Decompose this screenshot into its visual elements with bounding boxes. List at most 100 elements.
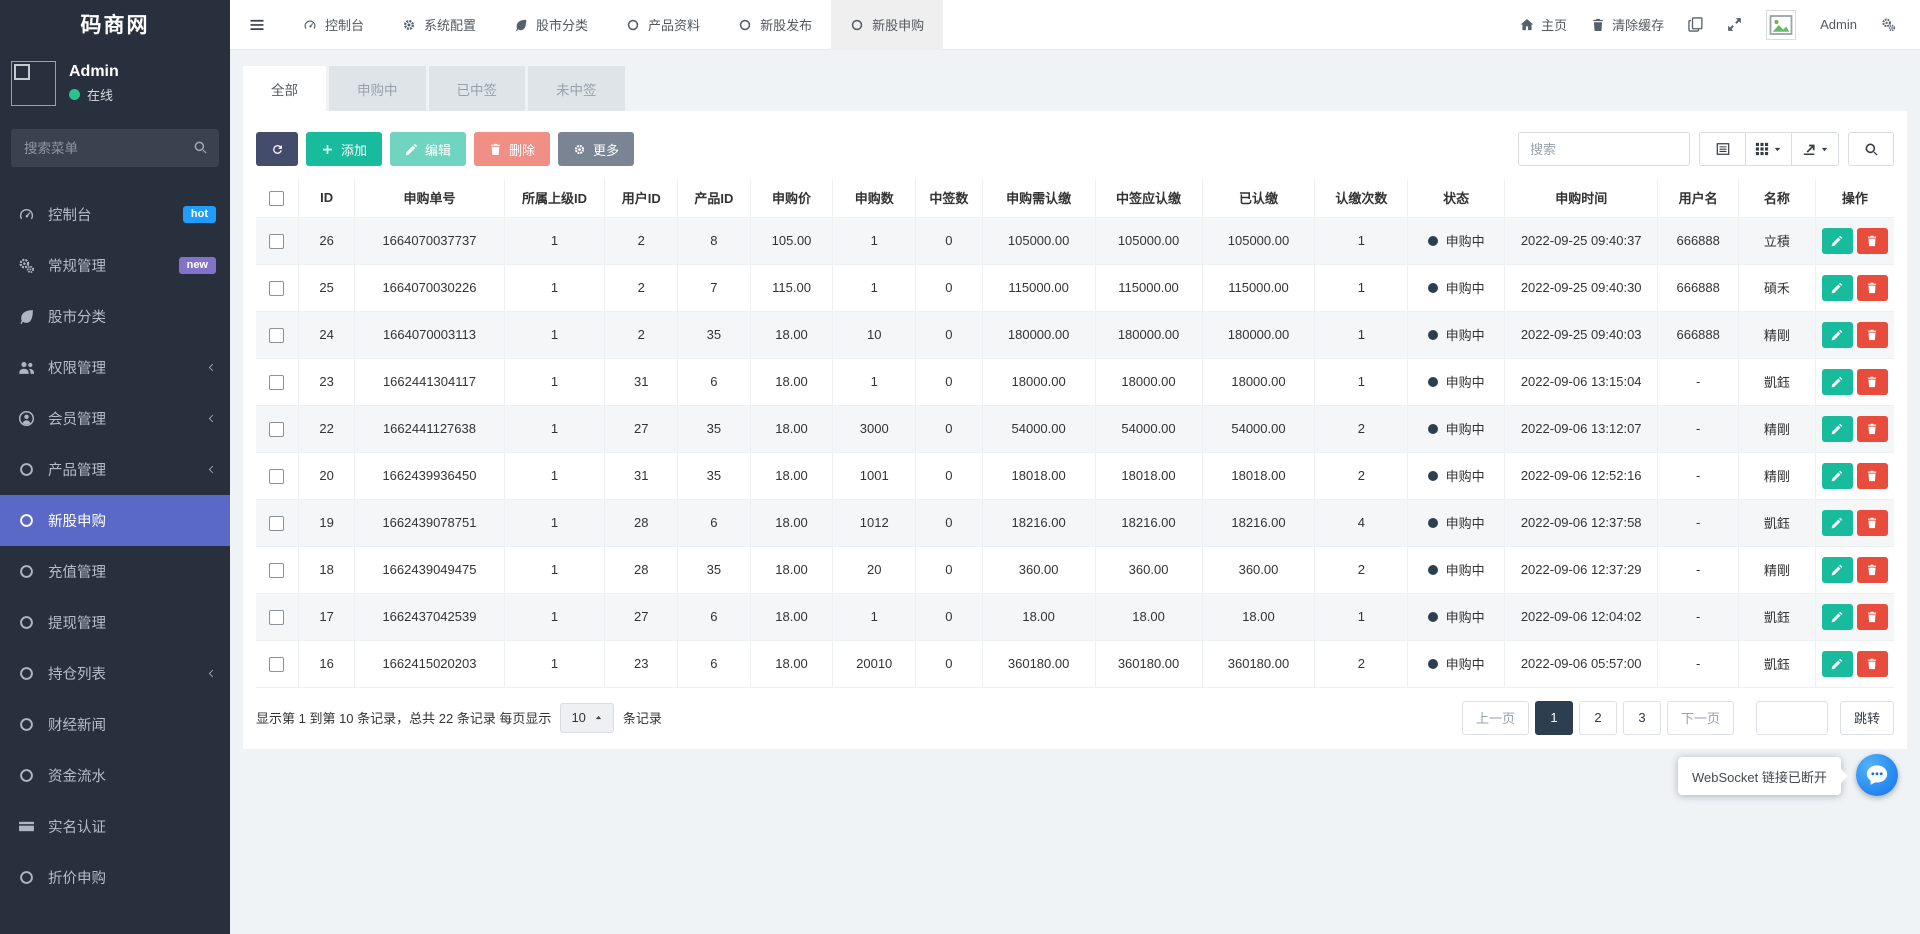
column-header-3[interactable]: 用户ID bbox=[605, 179, 678, 217]
jump-page-input[interactable] bbox=[1756, 701, 1828, 735]
row-delete-button[interactable] bbox=[1857, 651, 1888, 677]
columns-button[interactable] bbox=[1746, 133, 1792, 165]
page-size-select[interactable]: 10 bbox=[560, 703, 613, 733]
filter-tab-0[interactable]: 全部 bbox=[243, 66, 326, 111]
sidebar-item-5[interactable]: 产品管理 bbox=[0, 444, 230, 495]
row-edit-button[interactable] bbox=[1822, 228, 1853, 254]
export-button[interactable] bbox=[1792, 133, 1838, 165]
row-delete-button[interactable] bbox=[1857, 322, 1888, 348]
sidebar-item-8[interactable]: 提现管理 bbox=[0, 597, 230, 648]
topnav-avatar[interactable] bbox=[1766, 10, 1796, 40]
menu-search-input[interactable] bbox=[11, 129, 219, 167]
sidebar-item-7[interactable]: 充值管理 bbox=[0, 546, 230, 597]
topnav-settings-button[interactable] bbox=[1881, 17, 1896, 32]
copy-button[interactable] bbox=[1688, 17, 1703, 32]
column-header-5[interactable]: 申购价 bbox=[750, 179, 833, 217]
column-header-7[interactable]: 中签数 bbox=[916, 179, 983, 217]
row-edit-button[interactable] bbox=[1822, 322, 1853, 348]
edit-button[interactable]: 编辑 bbox=[390, 132, 466, 166]
chat-widget-button[interactable] bbox=[1856, 754, 1898, 796]
sidebar-item-6[interactable]: 新股申购 bbox=[0, 495, 230, 546]
column-header-1[interactable]: 申购单号 bbox=[355, 179, 504, 217]
search-submit-button[interactable] bbox=[1848, 132, 1894, 166]
topnav-tab-5[interactable]: 新股申购 bbox=[831, 0, 943, 50]
row-checkbox[interactable] bbox=[269, 610, 284, 625]
column-header-14[interactable]: 用户名 bbox=[1658, 179, 1739, 217]
row-edit-button[interactable] bbox=[1822, 369, 1853, 395]
home-link[interactable]: 主页 bbox=[1520, 15, 1567, 34]
row-delete-button[interactable] bbox=[1857, 463, 1888, 489]
topnav-tab-4[interactable]: 新股发布 bbox=[719, 0, 831, 50]
column-header-0[interactable]: ID bbox=[298, 179, 354, 217]
row-edit-button[interactable] bbox=[1822, 604, 1853, 630]
column-header-2[interactable]: 所属上级ID bbox=[504, 179, 605, 217]
sidebar-item-11[interactable]: 资金流水 bbox=[0, 750, 230, 801]
row-checkbox[interactable] bbox=[269, 281, 284, 296]
sidebar-item-12[interactable]: 实名认证 bbox=[0, 801, 230, 852]
select-all-checkbox[interactable] bbox=[269, 191, 284, 206]
sidebar-item-9[interactable]: 持仓列表 bbox=[0, 648, 230, 699]
topnav-tab-3[interactable]: 产品资料 bbox=[607, 0, 719, 50]
sidebar-item-2[interactable]: 股市分类 bbox=[0, 291, 230, 342]
row-edit-button[interactable] bbox=[1822, 510, 1853, 536]
detail-view-button[interactable] bbox=[1700, 133, 1746, 165]
row-delete-button[interactable] bbox=[1857, 557, 1888, 583]
sidebar-item-4[interactable]: 会员管理 bbox=[0, 393, 230, 444]
add-button[interactable]: 添加 bbox=[306, 132, 382, 166]
column-header-6[interactable]: 申购数 bbox=[833, 179, 916, 217]
row-edit-button[interactable] bbox=[1822, 651, 1853, 677]
column-header-12[interactable]: 状态 bbox=[1408, 179, 1505, 217]
row-delete-button[interactable] bbox=[1857, 228, 1888, 254]
row-delete-button[interactable] bbox=[1857, 416, 1888, 442]
column-header-8[interactable]: 申购需认缴 bbox=[982, 179, 1095, 217]
sidebar-toggle-button[interactable] bbox=[230, 0, 284, 50]
sidebar-item-0[interactable]: 控制台hot bbox=[0, 189, 230, 240]
table-search-input[interactable] bbox=[1518, 132, 1690, 166]
row-edit-button[interactable] bbox=[1822, 275, 1853, 301]
row-delete-button[interactable] bbox=[1857, 510, 1888, 536]
select-all-header[interactable] bbox=[256, 179, 298, 217]
row-checkbox[interactable] bbox=[269, 657, 284, 672]
filter-tab-2[interactable]: 已中签 bbox=[429, 66, 526, 111]
topnav-username[interactable]: Admin bbox=[1820, 17, 1857, 32]
row-edit-button[interactable] bbox=[1822, 463, 1853, 489]
prev-page-button[interactable]: 上一页 bbox=[1462, 701, 1529, 735]
topnav-tab-0[interactable]: 控制台 bbox=[284, 0, 383, 50]
sidebar-item-13[interactable]: 折价申购 bbox=[0, 852, 230, 903]
page-button-1[interactable]: 1 bbox=[1535, 701, 1573, 735]
row-delete-button[interactable] bbox=[1857, 275, 1888, 301]
row-checkbox[interactable] bbox=[269, 516, 284, 531]
page-button-3[interactable]: 3 bbox=[1623, 701, 1661, 735]
row-checkbox[interactable] bbox=[269, 375, 284, 390]
column-header-4[interactable]: 产品ID bbox=[678, 179, 751, 217]
sidebar-item-3[interactable]: 权限管理 bbox=[0, 342, 230, 393]
row-checkbox[interactable] bbox=[269, 563, 284, 578]
column-header-9[interactable]: 中签应认缴 bbox=[1095, 179, 1202, 217]
column-header-16[interactable]: 操作 bbox=[1815, 179, 1894, 217]
topnav-tab-1[interactable]: 系统配置 bbox=[383, 0, 495, 50]
filter-tab-1[interactable]: 申购中 bbox=[329, 66, 426, 111]
row-checkbox[interactable] bbox=[269, 328, 284, 343]
column-header-11[interactable]: 认缴次数 bbox=[1315, 179, 1408, 217]
row-checkbox[interactable] bbox=[269, 469, 284, 484]
row-checkbox[interactable] bbox=[269, 234, 284, 249]
topnav-tab-2[interactable]: 股市分类 bbox=[495, 0, 607, 50]
row-delete-button[interactable] bbox=[1857, 604, 1888, 630]
next-page-button[interactable]: 下一页 bbox=[1667, 701, 1734, 735]
refresh-button[interactable] bbox=[256, 132, 298, 166]
delete-button[interactable]: 删除 bbox=[474, 132, 550, 166]
page-button-2[interactable]: 2 bbox=[1579, 701, 1617, 735]
more-button[interactable]: 更多 bbox=[558, 132, 634, 166]
column-header-13[interactable]: 申购时间 bbox=[1505, 179, 1658, 217]
row-checkbox[interactable] bbox=[269, 422, 284, 437]
jump-button[interactable]: 跳转 bbox=[1840, 701, 1894, 735]
sidebar-item-1[interactable]: 常规管理new bbox=[0, 240, 230, 291]
row-edit-button[interactable] bbox=[1822, 416, 1853, 442]
clear-cache-link[interactable]: 清除缓存 bbox=[1591, 15, 1664, 34]
column-header-15[interactable]: 名称 bbox=[1739, 179, 1816, 217]
filter-tab-3[interactable]: 未中签 bbox=[528, 66, 625, 111]
column-header-10[interactable]: 已认缴 bbox=[1202, 179, 1315, 217]
fullscreen-button[interactable] bbox=[1727, 17, 1742, 32]
row-delete-button[interactable] bbox=[1857, 369, 1888, 395]
row-edit-button[interactable] bbox=[1822, 557, 1853, 583]
